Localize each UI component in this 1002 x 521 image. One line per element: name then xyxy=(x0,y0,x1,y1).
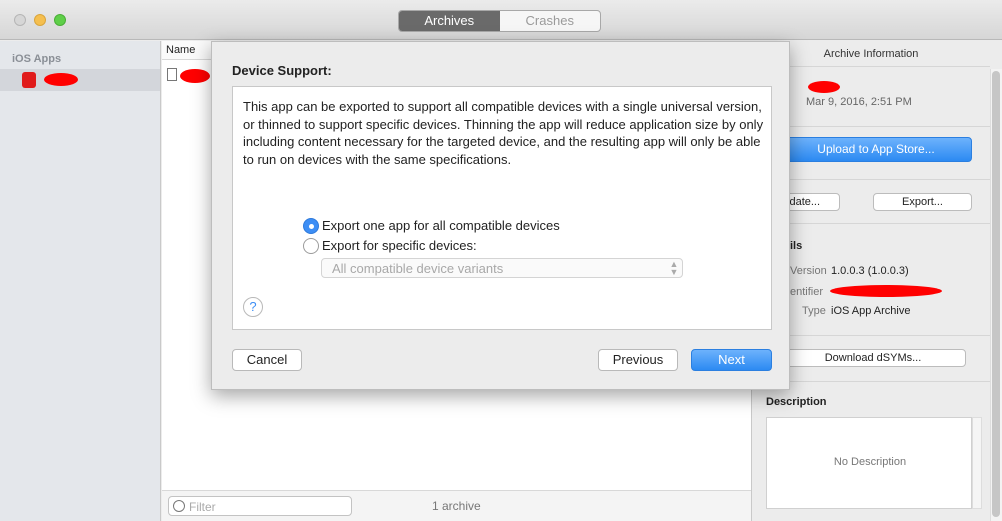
sheet-title: Device Support: xyxy=(232,63,332,78)
version-label: Version xyxy=(790,265,827,277)
radio-all-devices[interactable] xyxy=(303,218,319,234)
close-window-button[interactable] xyxy=(14,14,26,26)
device-variant-select[interactable]: All compatible device variants ▲ ▼ xyxy=(321,258,683,278)
filter-field[interactable]: Filter xyxy=(168,496,352,516)
type-value: iOS App Archive xyxy=(831,305,911,317)
description-scrollbar[interactable] xyxy=(972,417,982,509)
description-heading: Description xyxy=(766,396,827,408)
redacted-app-name xyxy=(44,73,78,86)
description-placeholder: No Description xyxy=(833,456,907,468)
cancel-button[interactable]: Cancel xyxy=(232,349,302,371)
app-icon xyxy=(22,72,36,88)
upload-to-app-store-button[interactable]: Upload to App Store... xyxy=(780,137,972,162)
download-dsyms-button[interactable]: Download dSYMs... xyxy=(780,349,966,367)
option-all-devices-label[interactable]: Export one app for all compatible device… xyxy=(322,218,560,233)
name-column-header[interactable]: Name xyxy=(166,44,195,56)
zoom-window-button[interactable] xyxy=(54,14,66,26)
device-support-description: This app can be exported to support all … xyxy=(243,99,764,167)
previous-button[interactable]: Previous xyxy=(598,349,678,371)
filter-placeholder: Filter xyxy=(189,500,216,514)
option-specific-devices-label[interactable]: Export for specific devices: xyxy=(322,238,477,253)
archive-date: Mar 9, 2016, 2:51 PM xyxy=(806,96,912,108)
archive-count: 1 archive xyxy=(432,499,481,513)
sidebar: iOS Apps xyxy=(0,41,161,521)
list-footer: Filter 1 archive xyxy=(162,490,751,521)
redacted-archive-title xyxy=(808,81,840,93)
redacted-archive-name xyxy=(180,69,210,83)
radio-specific-devices[interactable] xyxy=(303,238,319,254)
minimize-window-button[interactable] xyxy=(34,14,46,26)
version-value: 1.0.0.3 (1.0.0.3) xyxy=(831,265,909,277)
description-field[interactable]: No Description xyxy=(766,417,972,509)
tab-crashes[interactable]: Crashes xyxy=(500,11,601,31)
export-button[interactable]: Export... xyxy=(873,193,972,211)
identifier-label: entifier xyxy=(790,286,824,298)
sidebar-item-app[interactable] xyxy=(0,69,160,91)
next-button[interactable]: Next xyxy=(691,349,772,371)
tab-archives[interactable]: Archives xyxy=(399,11,500,31)
details-heading: ils xyxy=(790,240,803,252)
chevron-up-down-icon: ▲ ▼ xyxy=(669,259,679,277)
organizer-tab-control: Archives Crashes xyxy=(398,10,601,32)
archive-document-icon xyxy=(167,68,177,81)
redacted-identifier xyxy=(830,285,942,297)
device-support-panel: This app can be exported to support all … xyxy=(232,86,772,330)
device-support-sheet: Device Support: This app can be exported… xyxy=(211,41,790,390)
sidebar-header: iOS Apps xyxy=(12,53,62,65)
filter-icon xyxy=(173,500,185,512)
help-button[interactable]: ? xyxy=(243,297,263,317)
type-label: Type xyxy=(802,305,826,317)
device-variant-value: All compatible device variants xyxy=(332,261,504,276)
inspector-scroll-thumb[interactable] xyxy=(992,71,1000,517)
title-bar: Archives Crashes xyxy=(0,0,1002,40)
